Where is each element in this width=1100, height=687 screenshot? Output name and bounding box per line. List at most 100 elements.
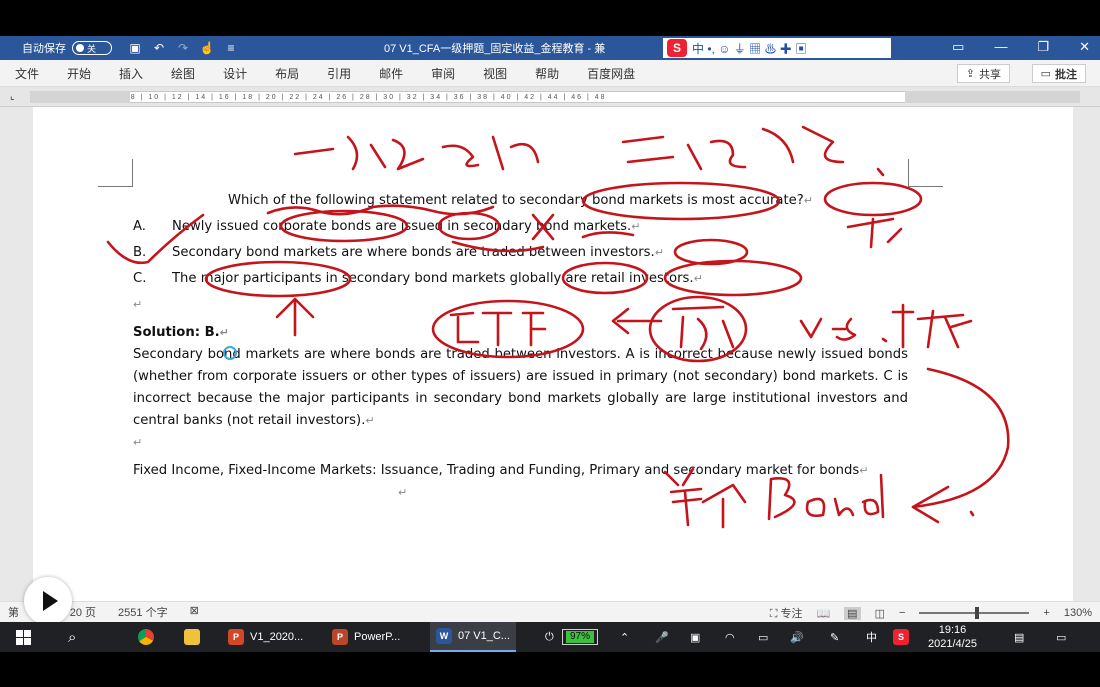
input-language[interactable]: 中 bbox=[866, 622, 877, 652]
sogou-icon: S bbox=[893, 629, 909, 645]
chrome-icon[interactable] bbox=[138, 622, 154, 652]
windows-logo-icon bbox=[16, 629, 31, 645]
tab-references[interactable]: 引用 bbox=[327, 65, 351, 82]
tab-mailings[interactable]: 邮件 bbox=[379, 65, 403, 82]
web-layout-icon[interactable]: ◫ bbox=[875, 607, 885, 620]
tab-view[interactable]: 视图 bbox=[483, 65, 507, 82]
redo-icon[interactable]: ↷ bbox=[174, 39, 192, 57]
option-letter: B. bbox=[133, 245, 147, 260]
clock[interactable]: 19:16 2021/4/25 bbox=[928, 622, 977, 652]
horizontal-ruler[interactable]: ⌞ | 4 | 2 | 2 | 4 | 6 | 8 | 10 | 12 | 14… bbox=[0, 87, 1100, 107]
taskbar-app-powerpoint-1[interactable]: P V1_2020... bbox=[222, 622, 309, 652]
document-body[interactable]: Which of the following statement related… bbox=[133, 190, 908, 504]
zoom-slider-thumb[interactable] bbox=[975, 607, 980, 619]
chevron-up-icon[interactable]: ⌃ bbox=[620, 622, 629, 652]
ime-status: 中 •, ☺ ⏚ ▦ ♨ ✚ ▣ bbox=[692, 41, 808, 56]
notes-icon[interactable]: ▤ bbox=[1014, 622, 1024, 652]
zoom-out-button[interactable]: − bbox=[899, 607, 905, 619]
taskbar-app-powerpoint-2[interactable]: P PowerP... bbox=[326, 622, 406, 652]
print-layout-icon[interactable]: ▤ bbox=[844, 606, 861, 620]
zoom-level[interactable]: 130% bbox=[1064, 607, 1092, 619]
touch-mode-icon[interactable]: ☝ bbox=[198, 39, 216, 57]
reference-paragraph: Fixed Income, Fixed-Income Markets: Issu… bbox=[133, 460, 908, 482]
document-area[interactable]: Which of the following statement related… bbox=[0, 107, 1100, 601]
reference-text: Fixed Income, Fixed-Income Markets: Issu… bbox=[133, 463, 860, 478]
ruler-left-margin bbox=[30, 91, 130, 103]
play-icon bbox=[42, 591, 58, 611]
wifi-icon[interactable]: ◠ bbox=[725, 622, 735, 652]
comment-label: 批注 bbox=[1055, 68, 1077, 81]
pen-icon[interactable]: ✎ bbox=[830, 622, 839, 652]
autosave-toggle[interactable]: 关 bbox=[72, 41, 112, 55]
tab-help[interactable]: 帮助 bbox=[535, 65, 559, 82]
option-text: Secondary bond markets are where bonds a… bbox=[172, 245, 655, 260]
taskbar-app-word[interactable]: W 07 V1_C... bbox=[430, 622, 516, 652]
zoom-slider[interactable] bbox=[919, 607, 1030, 619]
taskbar-app-label: PowerP... bbox=[354, 631, 401, 643]
solution-label: Solution: B. bbox=[133, 325, 220, 340]
ribbon-display-icon[interactable]: ▭ bbox=[952, 39, 964, 55]
option-c: C. The major participants in secondary bo… bbox=[133, 268, 908, 290]
sogou-tray-icon[interactable]: S bbox=[893, 622, 909, 652]
paragraph-mark: ↵ bbox=[398, 486, 408, 499]
ruler-right-margin bbox=[905, 91, 1080, 103]
customize-toolbar-icon[interactable]: ≡ bbox=[222, 39, 240, 57]
tab-design[interactable]: 设计 bbox=[223, 65, 247, 82]
close-icon[interactable]: ✕ bbox=[1079, 39, 1090, 55]
save-icon[interactable]: ▣ bbox=[126, 39, 144, 57]
zoom-in-button[interactable]: + bbox=[1043, 607, 1049, 619]
ink-stroke bbox=[621, 125, 885, 177]
comments-button[interactable]: ▭ 批注 bbox=[1031, 64, 1086, 83]
solution-heading: Solution: B.↵ bbox=[133, 322, 908, 344]
tab-file[interactable]: 文件 bbox=[15, 65, 39, 82]
crop-mark-right bbox=[908, 159, 943, 187]
clock-time: 19:16 bbox=[938, 624, 967, 636]
file-explorer-icon[interactable] bbox=[184, 622, 200, 652]
battery-indicator[interactable]: 97% bbox=[562, 622, 599, 652]
share-button[interactable]: ⇪ 共享 bbox=[956, 64, 1010, 83]
option-letter: C. bbox=[133, 271, 147, 286]
option-b: B. Secondary bond markets are where bonds… bbox=[133, 242, 908, 264]
tab-stop-selector-icon[interactable]: ⌞ bbox=[10, 91, 15, 102]
window-controls: ▭ — ❐ ✕ bbox=[952, 39, 1090, 55]
video-letterbox-top bbox=[0, 0, 1100, 36]
undo-icon[interactable]: ↶ bbox=[150, 39, 168, 57]
paragraph-mark: ↵ bbox=[803, 194, 813, 207]
battery-tray-icon[interactable]: ▭ bbox=[758, 622, 768, 652]
maximize-icon[interactable]: ❐ bbox=[1037, 39, 1049, 55]
tab-baidu-netdisk[interactable]: 百度网盘 bbox=[587, 65, 635, 82]
share-label: 共享 bbox=[979, 68, 1001, 81]
autosave-label: 自动保存 bbox=[22, 43, 66, 55]
microphone-icon[interactable]: 🎤 bbox=[655, 622, 669, 652]
minimize-icon[interactable]: — bbox=[994, 39, 1007, 55]
notification-icon[interactable]: ▭ bbox=[1056, 622, 1066, 652]
tab-review[interactable]: 审阅 bbox=[431, 65, 455, 82]
ime-toolbar[interactable]: S 中 •, ☺ ⏚ ▦ ♨ ✚ ▣ bbox=[663, 38, 891, 58]
tab-insert[interactable]: 插入 bbox=[119, 65, 143, 82]
start-button[interactable] bbox=[16, 622, 31, 652]
video-play-button[interactable] bbox=[24, 577, 72, 625]
document-page[interactable]: Which of the following statement related… bbox=[33, 107, 1073, 601]
word-icon: W bbox=[436, 628, 452, 644]
paragraph-mark: ↵ bbox=[133, 436, 143, 449]
word-count[interactable]: 2551 个字 bbox=[118, 604, 168, 620]
read-mode-icon[interactable]: 📖 bbox=[816, 607, 830, 620]
ink-stroke bbox=[911, 367, 1010, 509]
search-icon[interactable]: ⌕ bbox=[68, 622, 76, 652]
page-indicator-prefix: 第 bbox=[8, 607, 19, 619]
accessibility-icon[interactable]: ⊠ bbox=[190, 604, 199, 620]
tab-draw[interactable]: 绘图 bbox=[171, 65, 195, 82]
tab-layout[interactable]: 布局 bbox=[275, 65, 299, 82]
focus-mode-button[interactable]: ⛶ 专注 bbox=[770, 605, 803, 621]
autosave-control[interactable]: 自动保存 关 bbox=[22, 40, 112, 56]
screen-capture-icon[interactable]: ▣ bbox=[690, 622, 700, 652]
powerpoint-icon: P bbox=[332, 629, 348, 645]
taskbar-app-label: 07 V1_C... bbox=[458, 630, 510, 642]
power-plug-icon[interactable]: ⏻ bbox=[545, 622, 554, 652]
tab-home[interactable]: 开始 bbox=[67, 65, 91, 82]
volume-icon[interactable]: 🔊 bbox=[790, 622, 804, 652]
powerpoint-icon: P bbox=[228, 629, 244, 645]
quick-access-toolbar: ▣ ↶ ↷ ☝ ≡ bbox=[126, 39, 240, 57]
clock-date: 2021/4/25 bbox=[928, 638, 977, 650]
document-title: 07 V1_CFA一级押题_固定收益_金程教育 - 兼 bbox=[384, 43, 606, 55]
